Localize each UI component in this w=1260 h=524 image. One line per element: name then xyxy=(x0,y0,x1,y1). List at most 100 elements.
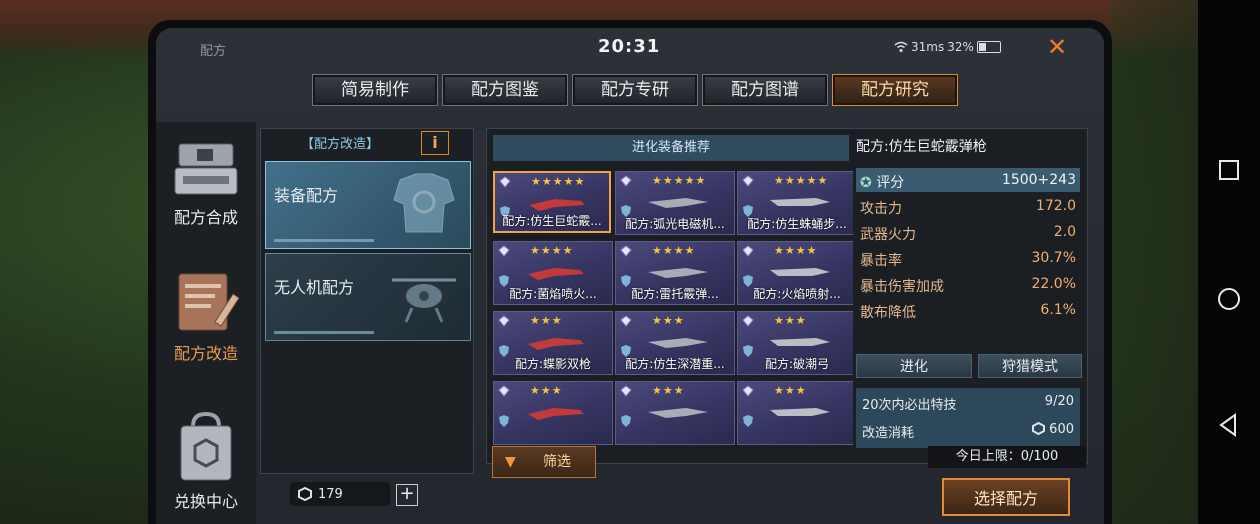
rarity-stars: ★★★★ xyxy=(530,244,574,257)
stat-label: 暴击伤害加成 xyxy=(860,279,944,295)
recipe-category-panel: 【配方改造】 i 装备配方 无人机配方 xyxy=(260,128,474,474)
currency-value: 179 xyxy=(318,486,343,502)
filter-button[interactable]: ▼ 筛选 xyxy=(492,446,596,478)
recipe-grid: ★★★★★ 配方:仿生巨蛇霰... ★★★★★ 配方:弧光电磁机... ★★★★★ 配方:… xyxy=(493,171,853,459)
panel-header: 【配方改造】 xyxy=(301,137,380,152)
close-icon: ✕ xyxy=(1046,33,1068,61)
diamond-icon xyxy=(742,175,754,187)
recipe-item[interactable]: ★★★ xyxy=(737,381,853,445)
add-currency-button[interactable]: + xyxy=(396,484,418,506)
tab-recipe-research[interactable]: 配方研究 xyxy=(832,74,958,106)
tab-recipe-atlas[interactable]: 配方图谱 xyxy=(702,74,828,106)
weapon-icon xyxy=(648,338,708,348)
diamond-icon xyxy=(498,245,510,257)
rarity-stars: ★★★ xyxy=(652,314,685,327)
rarity-stars: ★★★★★ xyxy=(531,175,586,188)
recipe-detail-panel: 配方:仿生巨蛇霰弹枪 ✪ 评分 1500+243 攻击力 172.0 武器火力 … xyxy=(852,128,1084,462)
tab-simple-craft[interactable]: 简易制作 xyxy=(312,74,438,106)
rarity-stars: ★★★★★ xyxy=(652,174,707,187)
drone-icon xyxy=(392,278,456,323)
info-button[interactable]: i xyxy=(421,131,449,155)
sidebar-item-recipe-modify[interactable]: 配方改造 xyxy=(156,270,256,364)
weapon-icon xyxy=(648,268,708,278)
rarity-stars: ★★★★ xyxy=(652,244,696,257)
recipe-item[interactable]: ★★★★ 配方:菌焰喷火... xyxy=(493,241,613,305)
stat-value: 2.0 xyxy=(1053,224,1076,240)
diamond-icon xyxy=(742,245,754,257)
choose-recipe-button[interactable]: 选择配方 xyxy=(942,478,1070,516)
score-icon: ✪ xyxy=(860,175,872,191)
cost-value-group: 600 xyxy=(1032,421,1074,437)
diamond-icon xyxy=(498,385,510,397)
diamond-icon xyxy=(498,315,510,327)
sidebar-label: 兑换中心 xyxy=(173,492,238,511)
game-screen: 配方 20:31 31ms 32% ✕ 简易制作 配方图鉴 配方专研 配方图谱 … xyxy=(156,28,1104,524)
recipe-item[interactable]: ★★★★★ 配方:仿生巨蛇霰... xyxy=(493,171,611,233)
weapon-icon xyxy=(770,198,830,206)
recipe-item[interactable]: ★★★★★ 配方:仿生蛛蛹步... xyxy=(737,171,853,235)
blueprint-edit-icon xyxy=(178,273,240,331)
sidebar-item-recipe-synthesis[interactable]: 配方合成 xyxy=(156,138,256,228)
chevron-down-icon: ▼ xyxy=(505,454,516,470)
recipe-item[interactable]: ★★★ 配方:仿生深潜重... xyxy=(615,311,735,375)
recipe-item-name: 配方:仿生蛛蛹步... xyxy=(747,217,847,231)
recipe-item-name: 配方:仿生深潜重... xyxy=(625,357,725,371)
stat-row-firepower: 武器火力 2.0 xyxy=(856,220,1080,244)
currency-counter: 179 xyxy=(290,482,390,506)
weapon-icon xyxy=(529,199,585,211)
recipe-item[interactable]: ★★★★★ 配方:弧光电磁机... xyxy=(615,171,735,235)
card-drone-recipe[interactable]: 无人机配方 xyxy=(265,253,471,341)
limit-label: 今日上限： xyxy=(955,449,1021,464)
rarity-stars: ★★★ xyxy=(530,314,563,327)
modify-info-box: 20次内必出特技 9/20 改造消耗 600 xyxy=(856,388,1080,448)
recipe-item-name: 配方:弧光电磁机... xyxy=(625,217,725,231)
daily-limit: 今日上限：0/100 xyxy=(928,446,1086,468)
weapon-icon xyxy=(770,268,830,276)
shield-icon xyxy=(743,415,753,427)
close-button[interactable]: ✕ xyxy=(1042,32,1072,62)
stat-label: 暴击率 xyxy=(860,253,902,269)
recipe-item[interactable]: ★★★ xyxy=(615,381,735,445)
card-label: 无人机配方 xyxy=(274,278,355,297)
weapon-icon xyxy=(648,408,708,418)
craft-machine-icon xyxy=(174,143,238,195)
stat-label: 攻击力 xyxy=(860,201,902,217)
window-title: 配方 xyxy=(200,44,227,59)
home-icon[interactable] xyxy=(1214,284,1244,314)
hunt-mode-button[interactable]: 狩猎模式 xyxy=(978,354,1082,378)
battery-icon xyxy=(976,41,1001,53)
stat-value: 6.1% xyxy=(1040,302,1076,318)
recipe-item[interactable]: ★★★ 配方:蝶影双枪 xyxy=(493,311,613,375)
diamond-icon xyxy=(742,315,754,327)
recents-icon[interactable] xyxy=(1214,155,1244,185)
evolve-button[interactable]: 进化 xyxy=(856,354,972,378)
back-icon[interactable] xyxy=(1214,410,1244,440)
guarantee-value: 9/20 xyxy=(1044,394,1074,409)
recipe-item-name: 配方:仿生巨蛇霰... xyxy=(502,214,602,228)
recipe-item[interactable]: ★★★★ 配方:火焰喷射... xyxy=(737,241,853,305)
recipe-item[interactable]: ★★★ 配方:破潮弓 xyxy=(737,311,853,375)
stat-row-spread: 散布降低 6.1% xyxy=(856,298,1080,322)
sidebar: 配方合成 配方改造 兑换中心 xyxy=(156,122,256,524)
recipe-item-name: 配方:菌焰喷火... xyxy=(509,287,597,301)
weapon-icon xyxy=(528,338,584,350)
diamond-icon xyxy=(742,385,754,397)
plus-icon: + xyxy=(399,483,415,504)
stat-label: 武器火力 xyxy=(860,227,916,243)
shield-icon xyxy=(499,415,509,427)
card-equipment-recipe[interactable]: 装备配方 xyxy=(265,161,471,249)
device-frame: 配方 20:31 31ms 32% ✕ 简易制作 配方图鉴 配方专研 配方图谱 … xyxy=(148,20,1112,524)
rarity-stars: ★★★ xyxy=(530,384,563,397)
sidebar-label: 配方改造 xyxy=(173,344,238,363)
weapon-icon xyxy=(648,198,708,208)
tab-recipe-study[interactable]: 配方专研 xyxy=(572,74,698,106)
guarantee-label: 20次内必出特技 xyxy=(862,398,957,413)
rarity-stars: ★★★★ xyxy=(774,244,818,257)
tab-recipe-catalog[interactable]: 配方图鉴 xyxy=(442,74,568,106)
sidebar-item-exchange-center[interactable]: 兑换中心 xyxy=(156,408,256,512)
stat-value: 22.0% xyxy=(1031,276,1076,292)
recipe-item[interactable]: ★★★ xyxy=(493,381,613,445)
android-navigation-bar xyxy=(1198,0,1260,524)
recipe-item[interactable]: ★★★★ 配方:雷托霰弹... xyxy=(615,241,735,305)
guarantee-row: 20次内必出特技 9/20 xyxy=(862,394,1074,413)
